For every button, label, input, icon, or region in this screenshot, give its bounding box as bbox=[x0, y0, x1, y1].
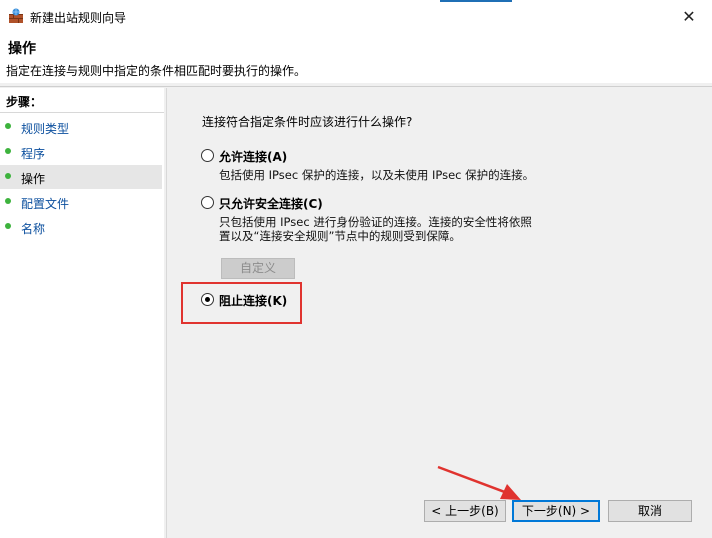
cancel-button[interactable]: 取消 bbox=[608, 500, 692, 522]
next-button[interactable]: 下一步(N) > bbox=[512, 500, 600, 522]
annotation-arrow-icon bbox=[437, 465, 521, 500]
back-button[interactable]: < 上一步(B) bbox=[424, 500, 506, 522]
